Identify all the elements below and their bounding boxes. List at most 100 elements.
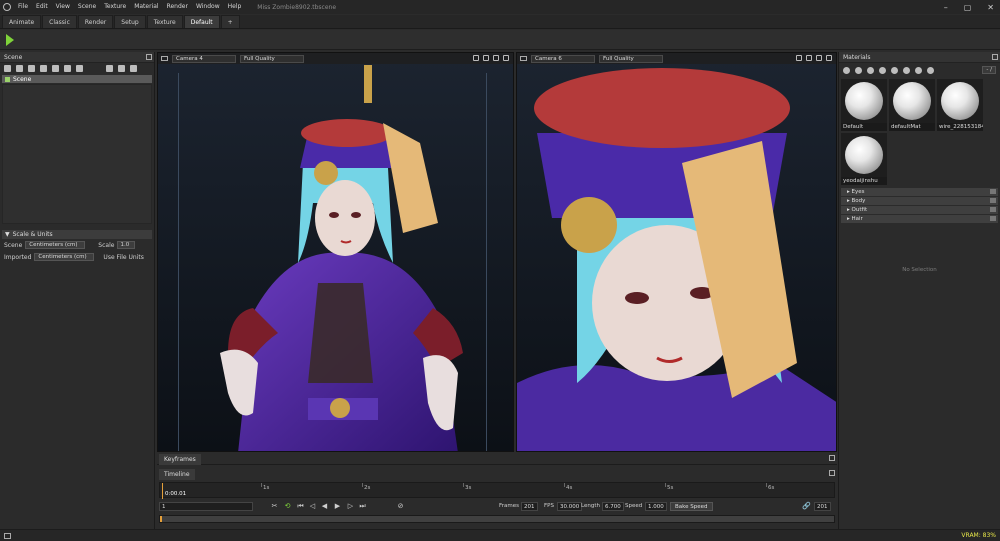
- settings-gear-icon[interactable]: [473, 55, 479, 61]
- step-back-icon[interactable]: ◁: [309, 503, 316, 510]
- use-file-units-button[interactable]: Use File Units: [103, 254, 143, 261]
- material-thumbnail[interactable]: wire_228153184: [937, 79, 983, 131]
- remove-unused-icon[interactable]: [927, 66, 934, 74]
- add-material-icon[interactable]: [843, 66, 850, 74]
- material-group-eyes[interactable]: ▸ Eyes: [841, 188, 998, 196]
- tab-classic[interactable]: Classic: [42, 15, 77, 28]
- material-group-body[interactable]: ▸ Body: [841, 197, 998, 205]
- menu-render[interactable]: Render: [163, 0, 192, 14]
- scene-unit-select[interactable]: Centimeters (cm): [25, 241, 86, 249]
- delete-icon[interactable]: [130, 65, 137, 72]
- record-icon[interactable]: ⊘: [397, 503, 404, 510]
- add-light-icon[interactable]: [16, 65, 23, 72]
- minimize-icon[interactable]: –: [944, 3, 948, 12]
- settings-gear-icon[interactable]: [796, 55, 802, 61]
- tab-setup[interactable]: Setup: [114, 15, 146, 28]
- status-icon[interactable]: [4, 533, 11, 539]
- menu-scene[interactable]: Scene: [74, 0, 100, 14]
- step-forward-icon[interactable]: ▷: [347, 503, 354, 510]
- swap-material-icon[interactable]: [915, 66, 922, 74]
- fps-input[interactable]: 30.000: [557, 502, 583, 511]
- menu-window[interactable]: Window: [192, 0, 224, 14]
- menu-view[interactable]: View: [52, 0, 74, 14]
- tab-keyframes[interactable]: Keyframes: [159, 454, 201, 465]
- camera-select[interactable]: Camera 6: [531, 54, 595, 63]
- move-icon[interactable]: [806, 55, 812, 61]
- material-thumbnail[interactable]: Default: [841, 79, 887, 131]
- import-material-icon[interactable]: [879, 66, 886, 74]
- current-frame-input[interactable]: 1: [159, 502, 253, 511]
- timeline-scrub-bar[interactable]: [159, 515, 835, 523]
- play-icon[interactable]: ▶: [334, 503, 341, 510]
- frame-icon[interactable]: [816, 55, 822, 61]
- select-tool-icon[interactable]: [6, 34, 14, 46]
- move-icon[interactable]: [483, 55, 489, 61]
- menu-edit[interactable]: Edit: [32, 0, 52, 14]
- tab-timeline[interactable]: Timeline: [159, 469, 195, 480]
- popout-icon[interactable]: [829, 470, 835, 476]
- add-tab-button[interactable]: +: [220, 15, 240, 28]
- maximize-icon[interactable]: ▢: [964, 3, 972, 12]
- app-logo-icon[interactable]: [0, 0, 14, 14]
- camera-select[interactable]: Camera 4: [172, 54, 236, 63]
- popout-icon[interactable]: [826, 55, 832, 61]
- scale-input[interactable]: 1.0: [117, 241, 136, 249]
- quality-select[interactable]: Full Quality: [599, 54, 663, 63]
- grid-view-icon[interactable]: [891, 66, 898, 74]
- frames-input[interactable]: 201: [521, 502, 538, 511]
- length-input[interactable]: 6.700: [602, 502, 624, 511]
- material-group-outfit[interactable]: ▸ Outfit: [841, 206, 998, 214]
- skip-end-icon[interactable]: ⏭: [359, 503, 366, 510]
- cut-icon[interactable]: ✂: [271, 503, 278, 510]
- tab-render[interactable]: Render: [77, 15, 114, 28]
- folder-icon[interactable]: [990, 189, 996, 194]
- loop-icon[interactable]: ⟲: [284, 503, 291, 510]
- add-sky-icon[interactable]: [40, 65, 47, 72]
- popout-icon[interactable]: [146, 54, 152, 60]
- add-shadow-catcher-icon[interactable]: [52, 65, 59, 72]
- menu-file[interactable]: File: [14, 0, 32, 14]
- material-thumbnail[interactable]: yeodaijinshu: [841, 133, 887, 185]
- material-thumbnail[interactable]: defaultMat: [889, 79, 935, 131]
- close-icon[interactable]: ✕: [987, 3, 994, 12]
- quality-select[interactable]: Full Quality: [240, 54, 304, 63]
- folder-icon[interactable]: [990, 198, 996, 203]
- duplicate-material-icon[interactable]: [855, 66, 862, 74]
- add-camera-icon[interactable]: [28, 65, 35, 72]
- end-frame-input[interactable]: 201: [814, 502, 831, 511]
- viewport-right[interactable]: Camera 6 Full Quality: [516, 52, 837, 452]
- material-library-icon[interactable]: [867, 66, 874, 74]
- duplicate-icon[interactable]: [118, 65, 125, 72]
- material-group-hair[interactable]: ▸ Hair: [841, 215, 998, 223]
- select-by-material-icon[interactable]: [903, 66, 910, 74]
- frame-icon[interactable]: [493, 55, 499, 61]
- folder-icon[interactable]: [990, 207, 996, 212]
- tab-animate[interactable]: Animate: [2, 15, 42, 28]
- imported-unit-select[interactable]: Centimeters (cm): [34, 253, 95, 261]
- menu-texture[interactable]: Texture: [100, 0, 130, 14]
- folder-icon[interactable]: [990, 216, 996, 221]
- add-audio-icon[interactable]: [76, 65, 83, 72]
- viewport-left[interactable]: Camera 4 Full Quality: [157, 52, 514, 452]
- menu-help[interactable]: Help: [224, 0, 246, 14]
- popout-icon[interactable]: [503, 55, 509, 61]
- bake-speed-button[interactable]: Bake Speed: [670, 502, 713, 511]
- speed-input[interactable]: 1.000: [645, 502, 667, 511]
- link-icon[interactable]: 🔗: [802, 503, 811, 510]
- skip-start-icon[interactable]: ⏮: [297, 503, 304, 510]
- scale-units-header[interactable]: ▼ Scale & Units: [2, 230, 152, 239]
- material-page-field[interactable]: - /: [982, 66, 996, 74]
- timeline-ruler[interactable]: 1s 2s 3s 4s 5s 6s 0:00.01: [159, 482, 835, 499]
- play-reverse-icon[interactable]: ◀: [321, 503, 328, 510]
- popout-icon[interactable]: [829, 455, 835, 461]
- scene-tree-item[interactable]: Scene: [2, 75, 152, 83]
- folder-icon[interactable]: [106, 65, 113, 72]
- popout-icon[interactable]: [992, 54, 998, 60]
- menu-material[interactable]: Material: [130, 0, 162, 14]
- playhead[interactable]: [162, 483, 163, 499]
- tab-texture[interactable]: Texture: [146, 15, 183, 28]
- scene-tree[interactable]: [2, 84, 152, 224]
- add-group-icon[interactable]: [64, 65, 71, 72]
- add-object-icon[interactable]: [4, 65, 11, 72]
- scrub-handle[interactable]: [160, 516, 162, 522]
